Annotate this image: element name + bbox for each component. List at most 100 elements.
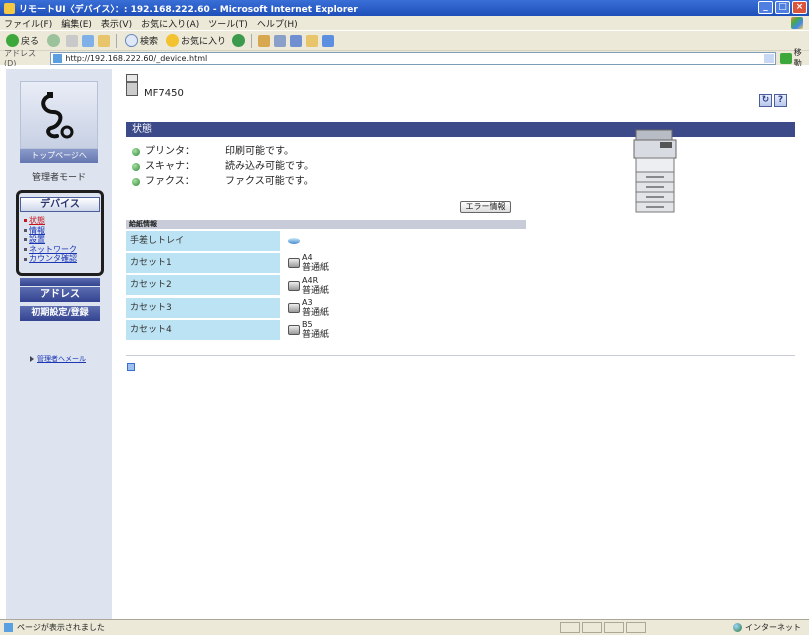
back-button[interactable]: 戻る bbox=[4, 33, 41, 49]
mail-icon[interactable] bbox=[258, 34, 271, 47]
address-url: http://192.168.222.60/_device.html bbox=[65, 53, 208, 63]
remote-ui-logo bbox=[20, 81, 98, 149]
address-input[interactable]: http://192.168.222.60/_device.html bbox=[50, 51, 777, 65]
bullet-icon bbox=[24, 219, 27, 223]
cassette-icon bbox=[288, 280, 300, 291]
tray-name: カセット1 bbox=[126, 252, 280, 274]
edit-icon[interactable] bbox=[290, 34, 303, 47]
window-titlebar: リモートUI〈デバイス〉：: 192.168.222.60 - Microsof… bbox=[0, 0, 809, 16]
toolbar-separator bbox=[116, 33, 118, 48]
favorites-button[interactable]: お気に入り bbox=[164, 33, 228, 49]
chevron-down-icon[interactable] bbox=[764, 53, 775, 63]
status-name: ファクス： bbox=[145, 176, 195, 188]
help-icon[interactable]: ? bbox=[774, 94, 787, 107]
messenger-icon[interactable] bbox=[322, 34, 335, 47]
stop-icon[interactable] bbox=[66, 34, 79, 47]
home-icon[interactable] bbox=[98, 34, 111, 47]
print-icon[interactable] bbox=[274, 34, 287, 47]
toolbar-separator bbox=[251, 33, 253, 48]
tray-name: カセット2 bbox=[126, 275, 280, 297]
folder-icon[interactable] bbox=[306, 34, 319, 47]
refresh-icon[interactable] bbox=[82, 34, 95, 47]
status-list: プリンタ： 印刷可能です。 スキャナ： 読み込み可能です。 ファクス： ファクス… bbox=[132, 144, 314, 190]
submenu-network-label: ネットワーク bbox=[29, 244, 77, 254]
statusbar-cell bbox=[626, 622, 646, 633]
search-icon bbox=[125, 34, 139, 47]
back-arrow-icon bbox=[6, 34, 19, 47]
paper-text: A3 普通紙 bbox=[302, 298, 329, 318]
table-row: カセット4 B5 普通紙 bbox=[126, 319, 426, 341]
paper-info: B5 普通紙 bbox=[280, 320, 329, 340]
bullet-icon bbox=[24, 257, 27, 261]
menu-help[interactable]: ヘルプ(H) bbox=[257, 17, 298, 30]
paper-size: A4R bbox=[302, 275, 319, 285]
minimize-icon[interactable]: _ bbox=[758, 1, 773, 14]
paper-info: A4R 普通紙 bbox=[280, 276, 329, 296]
paper-type: 普通紙 bbox=[302, 330, 330, 341]
paper-type: 普通紙 bbox=[302, 263, 330, 274]
top-page-button[interactable]: トップページへ bbox=[20, 149, 98, 163]
error-info-button[interactable]: エラー情報 bbox=[460, 201, 511, 213]
submenu-info[interactable]: 情報 bbox=[24, 226, 102, 236]
page-top-icon[interactable] bbox=[127, 363, 135, 371]
section-title: 状態 bbox=[126, 122, 795, 137]
status-ok-icon bbox=[132, 162, 140, 171]
main-panel: MF7450 ↻ ? 状態 プリンタ： 印刷可能です。 スキャナ： 読み込み可能… bbox=[120, 66, 800, 619]
model-name: MF7450 bbox=[144, 88, 184, 99]
maximize-icon[interactable]: □ bbox=[775, 1, 790, 14]
status-row-scanner: スキャナ： 読み込み可能です。 bbox=[132, 159, 314, 174]
paper-size: A3 bbox=[302, 298, 313, 308]
search-label: 検索 bbox=[140, 37, 159, 47]
printer-image bbox=[633, 129, 677, 213]
window-title: リモートUI〈デバイス〉：: 192.168.222.60 - Microsof… bbox=[19, 4, 358, 15]
submenu-setup[interactable]: 設置 bbox=[24, 235, 102, 245]
submenu-info-label: 情報 bbox=[29, 225, 45, 235]
close-icon[interactable]: × bbox=[792, 1, 807, 14]
paper-info: A3 普通紙 bbox=[280, 298, 329, 318]
menu-favorites[interactable]: お気に入り(A) bbox=[141, 17, 199, 30]
go-arrow-icon bbox=[780, 52, 792, 64]
cassette-icon bbox=[288, 325, 300, 336]
media-icon[interactable] bbox=[232, 34, 246, 47]
statusbar-cell bbox=[582, 622, 602, 633]
submenu-status[interactable]: 状態 bbox=[24, 216, 102, 226]
mail-admin-link[interactable]: 管理者へメール bbox=[30, 354, 86, 364]
paper-type: 普通紙 bbox=[302, 308, 330, 319]
submenu-counter-label: カウンタ確認 bbox=[29, 254, 77, 264]
browser-statusbar: ページが表示されました インターネット bbox=[0, 619, 809, 635]
divider bbox=[126, 355, 795, 356]
status-value: ファクス可能です。 bbox=[225, 176, 314, 188]
paper-size: A4 bbox=[302, 253, 313, 263]
table-row: カセット1 A4 普通紙 bbox=[126, 252, 426, 274]
paper-feed-table: 手差しトレイ カセット1 A4 普通紙 カセット2 A4R 普通紙 カセット3 … bbox=[126, 230, 426, 341]
security-zone: インターネット bbox=[733, 622, 801, 633]
submenu-setup-label: 設置 bbox=[29, 235, 45, 245]
address-bar: アドレス(D) http://192.168.222.60/_device.ht… bbox=[0, 48, 809, 68]
bullet-icon bbox=[24, 248, 27, 252]
menu-edit[interactable]: 編集(E) bbox=[61, 17, 92, 30]
menu-view[interactable]: 表示(V) bbox=[101, 17, 132, 30]
paper-info: A4 普通紙 bbox=[280, 253, 329, 273]
star-icon bbox=[166, 34, 180, 47]
paper-text: A4R 普通紙 bbox=[302, 276, 329, 296]
status-name: プリンタ： bbox=[145, 146, 195, 157]
statusbar-cell bbox=[560, 622, 580, 633]
submenu-counter[interactable]: カウンタ確認 bbox=[24, 254, 102, 264]
table-row: カセット3 A3 普通紙 bbox=[126, 297, 426, 319]
statusbar-cells bbox=[560, 622, 646, 633]
window-controls: _ □ × bbox=[758, 1, 807, 14]
hidden-nav-button[interactable] bbox=[20, 278, 100, 286]
search-button[interactable]: 検索 bbox=[123, 33, 160, 49]
manual-tray-icon bbox=[288, 238, 300, 245]
status-text: ページが表示されました bbox=[17, 623, 105, 632]
printer-model-icon bbox=[126, 74, 138, 96]
address-button[interactable]: アドレス bbox=[20, 287, 100, 302]
settings-button[interactable]: 初期設定/登録 bbox=[20, 306, 100, 321]
menu-file[interactable]: ファイル(F) bbox=[4, 17, 52, 30]
submenu-network[interactable]: ネットワーク bbox=[24, 245, 102, 255]
mail-admin-label: 管理者へメール bbox=[37, 355, 86, 363]
refresh-icon[interactable]: ↻ bbox=[759, 94, 772, 107]
device-button[interactable]: デバイス bbox=[20, 197, 100, 212]
forward-button[interactable] bbox=[45, 33, 62, 49]
menu-tools[interactable]: ツール(T) bbox=[208, 17, 248, 30]
